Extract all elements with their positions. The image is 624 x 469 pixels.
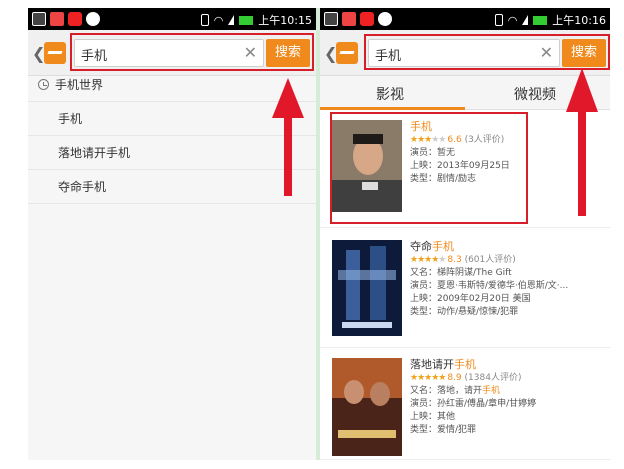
app-icon — [50, 12, 64, 26]
signal-icon — [228, 15, 235, 25]
highlight-frame — [70, 33, 314, 71]
movie-rating: ★★★★★ 8.3 (601人评价) — [410, 255, 516, 265]
star-rating-icon: ★★★★★ — [410, 255, 446, 265]
wifi-icon: ◠ — [507, 13, 518, 27]
highlight-frame — [330, 112, 528, 224]
app-logo[interactable] — [336, 42, 358, 64]
movie-poster — [332, 358, 402, 456]
movie-poster — [332, 240, 402, 336]
red-arrow-annotation — [566, 68, 598, 216]
movie-release: 上映：2009年02月20日 美国 — [410, 294, 531, 304]
vibrate-icon — [494, 14, 503, 26]
app-icon — [342, 12, 356, 26]
battery-icon — [239, 15, 254, 25]
red-arrow-annotation — [272, 78, 304, 196]
signal-icon — [522, 15, 529, 25]
status-bar: ◠ 上午10:16 — [320, 8, 610, 30]
chat-icon — [378, 12, 392, 26]
movie-item[interactable]: 夺命手机 ★★★★★ 8.3 (601人评价) 又名：梯阵阴谋/The Gift … — [320, 228, 610, 348]
tab-micro-video[interactable]: 微视频 — [514, 84, 556, 104]
movie-genre: 类型：动作/悬疑/惊悚/犯罪 — [410, 307, 519, 317]
star-rating-icon: ★★★★★ — [410, 373, 446, 383]
mail-icon — [324, 12, 338, 26]
system-icons: ◠ 上午10:15 — [200, 12, 312, 28]
left-screen: ◠ 上午10:15 ❮ 手机 ✕ 搜索 手机世界 手机 落地请开手机 夺命手机 — [28, 8, 316, 460]
notification-icons — [32, 12, 100, 26]
movie-genre: 类型：爱情/犯罪 — [410, 425, 477, 435]
music-icon — [68, 12, 82, 26]
notification-icons — [324, 12, 392, 26]
system-icons: ◠ 上午10:16 — [494, 12, 606, 28]
movie-cast: 演员：孙红雷/傅晶/章申/甘婷婷 — [410, 399, 537, 409]
wifi-icon: ◠ — [213, 13, 224, 27]
app-logo[interactable] — [44, 42, 66, 64]
right-screen: ◠ 上午10:16 ❮ 手机 ✕ 搜索 影视 微视频 手机 ★★★★★6.6 — [320, 8, 610, 460]
highlight-frame — [364, 34, 610, 70]
movie-title: 落地请开手机 — [410, 358, 476, 371]
clock-text: 上午10:16 — [552, 14, 606, 27]
chat-icon — [86, 12, 100, 26]
movie-cast: 演员：夏恩·韦斯特/爱德华·伯恩斯/文·... — [410, 281, 569, 291]
movie-title: 夺命手机 — [410, 240, 454, 253]
vibrate-icon — [200, 14, 209, 26]
movie-info: 落地请开手机 ★★★★★ 8.9 (1384人评价) 又名：落地，请开手机 演员：… — [410, 358, 536, 437]
movie-aka: 又名：梯阵阴谋/The Gift — [410, 268, 512, 278]
music-icon — [360, 12, 374, 26]
battery-icon — [533, 15, 548, 25]
movie-info: 夺命手机 ★★★★★ 8.3 (601人评价) 又名：梯阵阴谋/The Gift … — [410, 240, 568, 319]
movie-rating: ★★★★★ 8.9 (1384人评价) — [410, 373, 522, 383]
status-bar: ◠ 上午10:15 — [28, 8, 316, 30]
movie-release: 上映：其他 — [410, 412, 456, 422]
movie-item[interactable]: 落地请开手机 ★★★★★ 8.9 (1384人评价) 又名：落地，请开手机 演员：… — [320, 348, 610, 460]
clock-text: 上午10:15 — [258, 14, 312, 27]
mail-icon — [32, 12, 46, 26]
tab-film[interactable]: 影视 — [376, 84, 404, 104]
movie-aka: 又名：落地，请开手机 — [410, 386, 501, 396]
history-icon — [38, 79, 49, 90]
